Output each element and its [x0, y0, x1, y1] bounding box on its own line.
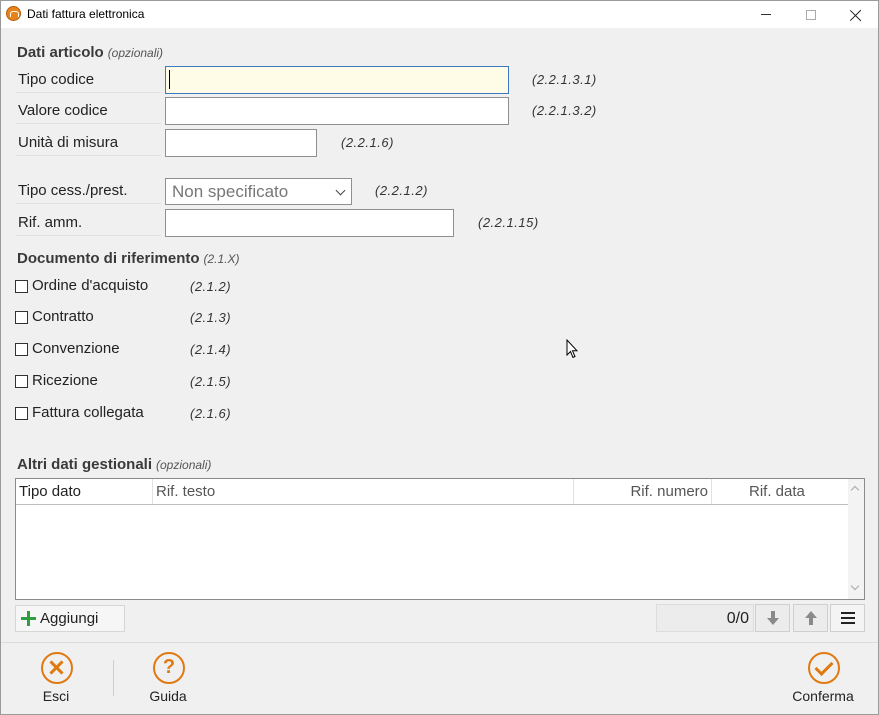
valore-codice-input[interactable]	[165, 97, 509, 125]
confirm-button[interactable]: Conferma	[783, 651, 863, 709]
tipo-codice-ref: (2.2.1.3.1)	[532, 72, 597, 87]
add-button[interactable]: Aggiungi	[15, 605, 125, 632]
rif-amm-label: Rif. amm.	[16, 210, 161, 236]
maximize-button[interactable]	[788, 1, 834, 28]
check-circle-icon	[808, 652, 840, 684]
footer-divider	[1, 642, 878, 643]
help-button-label: Guida	[149, 688, 187, 704]
checkbox-box[interactable]	[15, 343, 28, 356]
minimize-button[interactable]	[743, 1, 789, 28]
exit-button-label: Esci	[42, 688, 70, 704]
tipo-codice-label: Tipo codice	[16, 67, 161, 93]
tipo-cess-ref: (2.2.1.2)	[375, 183, 428, 198]
section-title-text: Altri dati gestionali	[17, 456, 153, 473]
valore-codice-ref: (2.2.1.3.2)	[532, 103, 597, 118]
tipo-cess-label: Tipo cess./prest.	[16, 178, 161, 204]
checkbox-label: Convenzione	[32, 340, 120, 357]
record-counter: 0/0	[656, 604, 754, 632]
hamburger-menu-icon	[840, 612, 855, 624]
move-up-button[interactable]	[793, 604, 828, 632]
unita-misura-label: Unità di misura	[16, 130, 161, 156]
help-button[interactable]: ? Guida	[128, 651, 208, 709]
arrow-up-icon	[804, 611, 817, 625]
text-caret	[169, 70, 170, 89]
altri-dati-table[interactable]: Tipo dato Rif. testo Rif. numero Rif. da…	[15, 478, 865, 600]
ricezione-ref: (2.1.5)	[190, 374, 232, 389]
section-title-text: Dati articolo	[17, 44, 104, 61]
mouse-pointer-icon	[566, 339, 578, 359]
footer-separator	[113, 660, 114, 696]
optional-hint: (opzionali)	[156, 458, 212, 472]
column-header-rif-numero[interactable]: Rif. numero	[574, 479, 712, 504]
fattura-collegata-ref: (2.1.6)	[190, 406, 232, 421]
section-code: (2.1.X)	[203, 252, 240, 266]
table-scrollbar[interactable]	[848, 479, 864, 599]
valore-codice-label: Valore codice	[16, 98, 161, 124]
close-icon	[850, 9, 862, 21]
checkbox-label: Fattura collegata	[32, 404, 144, 421]
section-title-documento: Documento di riferimento (2.1.X)	[17, 250, 240, 267]
close-circle-icon	[41, 652, 73, 684]
scroll-up-icon[interactable]	[850, 485, 860, 495]
close-button[interactable]	[833, 1, 879, 28]
exit-button[interactable]: Esci	[16, 651, 96, 709]
column-header-tipo-dato[interactable]: Tipo dato	[19, 479, 153, 504]
checkbox-box[interactable]	[15, 280, 28, 293]
tipo-cess-select[interactable]: Non specificato	[165, 178, 352, 205]
checkbox-label: Ricezione	[32, 372, 98, 389]
column-header-rif-testo[interactable]: Rif. testo	[153, 479, 574, 504]
contratto-ref: (2.1.3)	[190, 310, 232, 325]
arrow-down-icon	[766, 611, 779, 625]
optional-hint: (opzionali)	[107, 46, 164, 60]
rif-amm-ref: (2.2.1.15)	[478, 215, 539, 230]
checkbox-box[interactable]	[15, 407, 28, 420]
unita-misura-input[interactable]	[165, 129, 317, 157]
tipo-codice-input[interactable]	[165, 66, 509, 94]
maximize-icon	[806, 9, 816, 20]
add-button-label: Aggiungi	[40, 610, 99, 627]
confirm-button-label: Conferma	[792, 688, 854, 704]
section-title-dati-articolo: Dati articolo (opzionali)	[17, 44, 163, 61]
minimize-icon	[761, 14, 771, 15]
checkbox-label: Contratto	[32, 308, 94, 325]
title-bar: Dati fattura elettronica	[1, 1, 878, 28]
tipo-cess-selected-value: Non specificato	[172, 182, 289, 201]
checkbox-label: Ordine d'acquisto	[32, 277, 149, 294]
ordine-acquisto-ref: (2.1.2)	[190, 279, 232, 294]
chevron-down-icon	[335, 185, 346, 196]
section-title-text: Documento di riferimento	[17, 250, 200, 267]
move-down-button[interactable]	[755, 604, 790, 632]
help-question-icon: ?	[153, 652, 185, 684]
window-title: Dati fattura elettronica	[27, 7, 145, 21]
convenzione-ref: (2.1.4)	[190, 342, 232, 357]
dialog-window: Dati fattura elettronica Dati articolo (o…	[0, 0, 879, 715]
plus-icon	[21, 611, 36, 626]
rif-amm-input[interactable]	[165, 209, 454, 237]
column-header-rif-data[interactable]: Rif. data	[712, 479, 849, 504]
menu-button[interactable]	[830, 604, 865, 632]
table-header: Tipo dato Rif. testo Rif. numero Rif. da…	[16, 479, 849, 505]
checkbox-box[interactable]	[15, 375, 28, 388]
scroll-down-icon[interactable]	[850, 581, 860, 591]
unita-misura-ref: (2.2.1.6)	[341, 135, 394, 150]
app-logo-icon	[6, 6, 21, 21]
checkbox-box[interactable]	[15, 311, 28, 324]
section-title-altri-dati: Altri dati gestionali (opzionali)	[17, 456, 211, 473]
